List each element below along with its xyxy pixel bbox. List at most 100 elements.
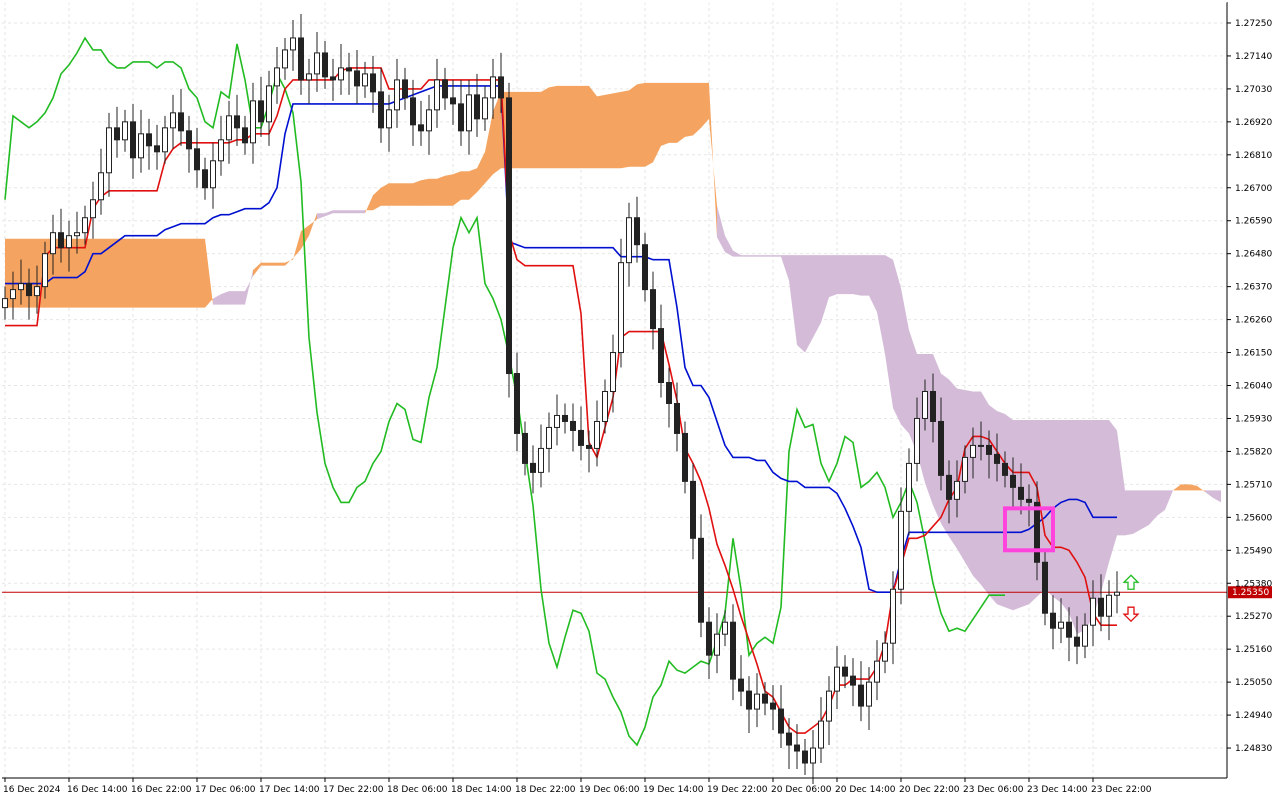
- candle-body-bear: [930, 390, 936, 422]
- candle: [426, 94, 432, 155]
- candle: [642, 232, 648, 302]
- x-tick-label: 16 Dec 14:00: [67, 785, 128, 795]
- candle-body-bear: [1042, 561, 1048, 614]
- candle: [290, 19, 296, 71]
- candle: [730, 604, 736, 701]
- candle: [418, 100, 424, 146]
- candle-body-bull: [106, 127, 112, 174]
- candle: [378, 67, 384, 143]
- candle-body-bull: [538, 447, 544, 473]
- candle-body-bear: [242, 127, 248, 144]
- candle-body-bull: [74, 232, 80, 237]
- candle-body-bear: [1034, 501, 1040, 563]
- x-tick-label: 17 Dec 22:00: [323, 785, 384, 795]
- candle: [538, 424, 544, 488]
- candle-body-bear: [186, 130, 192, 150]
- candle-body-bull: [306, 73, 312, 81]
- candle-body-bull: [554, 414, 560, 428]
- candle-body-bull: [362, 73, 368, 87]
- candle: [442, 67, 448, 110]
- candle-body-bull: [978, 444, 984, 447]
- cloud-segment-bullish: [1173, 484, 1181, 491]
- price-tag-label: 1.25350: [1232, 588, 1269, 598]
- candle: [546, 412, 552, 473]
- cloud-segment-bearish: [1109, 419, 1117, 563]
- candle-body-bear: [130, 121, 136, 159]
- cloud-segment-bearish: [1101, 419, 1109, 593]
- cloud-segment-bearish: [349, 210, 357, 214]
- candle-body-bull: [1114, 591, 1120, 596]
- candle-body-bear: [234, 115, 240, 129]
- cloud-segment-bearish: [1125, 490, 1133, 536]
- cloud-segment-bearish: [877, 255, 885, 355]
- cloud-segment-bearish: [357, 210, 365, 214]
- cloud-segment-bearish: [237, 291, 245, 305]
- x-tick-label: 20 Dec 22:00: [899, 785, 960, 795]
- candle-body-bull: [66, 235, 72, 249]
- candle: [754, 673, 760, 728]
- candle: [810, 730, 816, 784]
- chart-canvas[interactable]: 1.25350 1.27250 1.27140 1.27030 1.26920 1.26…: [0, 0, 1280, 800]
- cloud-segment-bearish: [773, 255, 781, 257]
- candle-body-bear: [570, 420, 576, 431]
- candle-body-bear: [1098, 597, 1104, 617]
- candle-body-bull: [834, 666, 840, 692]
- candle-body-bear: [946, 474, 952, 500]
- y-tick-label: 1.25930: [1235, 414, 1272, 424]
- candle-body-bull: [10, 289, 16, 300]
- cloud-segment-bullish: [125, 238, 133, 308]
- candle-body-bear: [666, 382, 672, 404]
- candle: [138, 109, 144, 173]
- candle: [826, 676, 832, 746]
- candle-body-bear: [58, 232, 64, 249]
- candle-body-bear: [330, 76, 336, 81]
- cloud-segment-bearish: [973, 391, 981, 585]
- candle-body-bull: [610, 352, 616, 392]
- candle-body-bull: [426, 109, 432, 132]
- candle: [594, 400, 600, 467]
- candle: [650, 271, 656, 350]
- cloud-segment-bearish: [781, 255, 789, 281]
- candle-body-bear: [298, 37, 304, 81]
- cloud-segment-bullish: [93, 238, 101, 308]
- y-tick-label: 1.27140: [1235, 52, 1272, 62]
- ichimoku-chart[interactable]: 1.25350 1.27250 1.27140 1.27030 1.26920 1.26…: [0, 0, 1280, 800]
- candle-body-bear: [642, 244, 648, 291]
- candle-body-bear: [762, 693, 768, 704]
- candle: [354, 49, 360, 104]
- candle: [306, 58, 312, 104]
- candle: [394, 58, 400, 128]
- cloud-segment-bearish: [869, 255, 877, 313]
- candle: [882, 631, 888, 674]
- cloud-segment-bearish: [749, 255, 757, 257]
- candle-body-bull: [890, 588, 896, 644]
- cloud-segment-bullish: [493, 91, 501, 175]
- cloud-segment-bearish: [965, 390, 973, 576]
- cloud-segment-bullish: [253, 262, 261, 277]
- candle-body-bull: [722, 621, 728, 635]
- candle-body-bear: [1050, 612, 1056, 629]
- cloud-segment-bullish: [429, 178, 437, 206]
- candle-body-bear: [994, 453, 1000, 464]
- candle: [194, 127, 200, 188]
- candle: [778, 685, 784, 749]
- candle: [1050, 595, 1056, 650]
- cloud-segment-bearish: [981, 391, 989, 596]
- candle: [90, 181, 96, 239]
- candle: [578, 406, 584, 461]
- candle: [410, 79, 416, 146]
- cloud-segment-bullish: [117, 238, 125, 308]
- candle: [402, 67, 408, 110]
- candle-body-bull: [490, 76, 496, 99]
- x-tick-label: 23 Dec 14:00: [1027, 785, 1088, 795]
- cloud-segment-bearish: [1213, 490, 1221, 503]
- y-tick-label: 1.24940: [1235, 711, 1272, 721]
- candle: [562, 403, 568, 434]
- candle-body-bear: [154, 145, 160, 153]
- candle-body-bear: [202, 169, 208, 189]
- candle-body-bull: [626, 217, 632, 264]
- cloud-segment-bullish: [181, 238, 189, 308]
- candle-body-bear: [506, 97, 512, 375]
- cloud-segment-bullish: [109, 238, 117, 308]
- y-tick-label: 1.27250: [1235, 19, 1272, 29]
